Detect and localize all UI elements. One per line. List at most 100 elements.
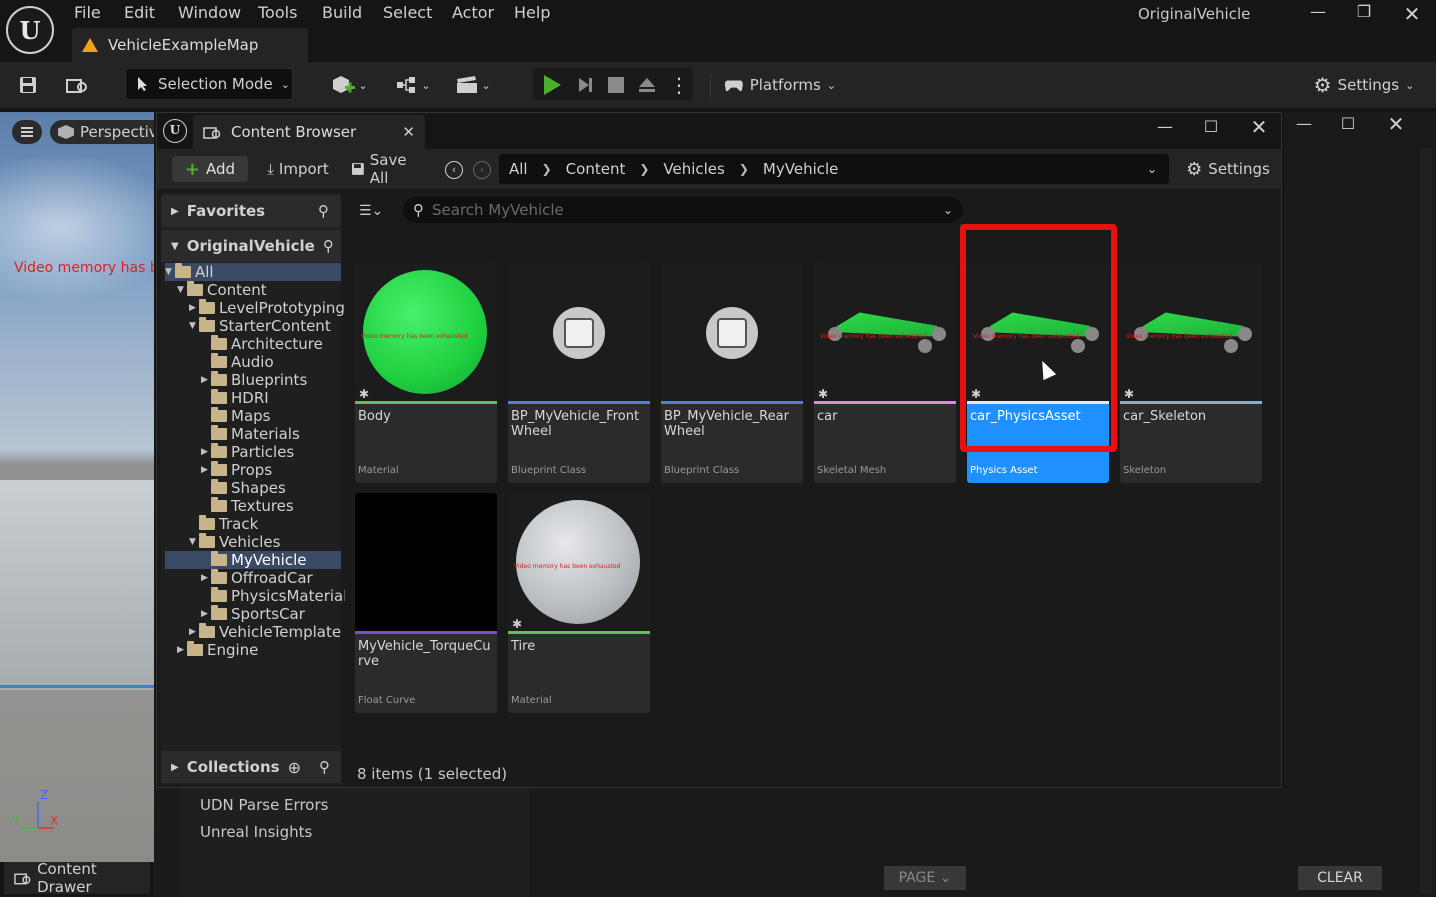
menu-window[interactable]: Window xyxy=(178,3,241,22)
unreal-logo-icon[interactable]: U xyxy=(6,6,54,54)
tree-item-vehicletemplate[interactable]: ▶ VehicleTemplate xyxy=(165,623,341,641)
chevron-right-icon[interactable]: ▶ xyxy=(201,375,211,385)
page-dropdown[interactable]: PAGE ⌄ xyxy=(884,866,966,890)
forward-icon[interactable]: › xyxy=(473,161,491,179)
breadcrumb-vehicles[interactable]: Vehicles xyxy=(663,160,724,178)
close-icon[interactable]: ✕ xyxy=(1398,2,1426,26)
settings-button[interactable]: ⚙ Settings ⌄ xyxy=(1312,70,1416,100)
breadcrumb-myvehicle[interactable]: MyVehicle xyxy=(763,160,838,178)
chevron-down-icon[interactable]: ▼ xyxy=(189,537,199,547)
selection-mode-dropdown[interactable]: Selection Mode ⌄ xyxy=(125,68,293,100)
tree-item-content[interactable]: ▼ Content xyxy=(165,281,341,299)
chevron-down-icon[interactable]: ⌄ xyxy=(1147,162,1157,176)
menu-help[interactable]: Help xyxy=(514,3,550,22)
menu-build[interactable]: Build xyxy=(322,3,362,22)
save-icon[interactable] xyxy=(14,70,42,100)
breadcrumb-all[interactable]: All xyxy=(509,160,528,178)
tree-item-blueprints[interactable]: ▶ Blueprints xyxy=(165,371,341,389)
add-collection-icon[interactable]: ⊕ xyxy=(288,758,301,777)
search-input[interactable]: ⚲ Search MyVehicle ⌄ xyxy=(403,197,963,223)
eject-button[interactable] xyxy=(634,70,660,100)
chevron-right-icon[interactable]: ▶ xyxy=(201,573,211,583)
scrollbar[interactable] xyxy=(1420,148,1432,893)
minimize-icon[interactable]: — xyxy=(1304,2,1332,24)
chevron-right-icon[interactable]: ▶ xyxy=(201,609,211,619)
chevron-right-icon[interactable]: ❯ xyxy=(639,162,649,176)
tree-item-vehicles[interactable]: ▼ Vehicles xyxy=(165,533,341,551)
maximize-icon[interactable]: ☐ xyxy=(1334,114,1362,136)
cb-settings-button[interactable]: ⚙ Settings xyxy=(1183,154,1273,184)
collections-header[interactable]: ▶ Collections ⊕ ⚲ xyxy=(161,751,341,783)
map-tab[interactable]: VehicleExampleMap xyxy=(72,28,308,62)
menu-tools[interactable]: Tools xyxy=(258,3,297,22)
chevron-right-icon[interactable]: ❯ xyxy=(739,162,749,176)
tree-item-levelprototyping[interactable]: ▶ LevelPrototyping xyxy=(165,299,345,317)
play-button[interactable] xyxy=(540,70,564,100)
tree-item-offroadcar[interactable]: ▶ OffroadCar xyxy=(165,569,341,587)
tree-item-sportscar[interactable]: ▶ SportsCar xyxy=(165,605,341,623)
add-button[interactable]: + Add xyxy=(172,156,248,182)
list-item-insights[interactable]: Unreal Insights xyxy=(200,823,312,841)
platforms-button[interactable]: Platforms ⌄ xyxy=(724,70,836,100)
chevron-right-icon[interactable]: ▶ xyxy=(201,465,211,475)
import-button[interactable]: ⤓ Import xyxy=(263,154,333,184)
minimize-icon[interactable]: — xyxy=(1290,114,1318,136)
clear-button[interactable]: CLEAR xyxy=(1298,866,1382,890)
search-icon[interactable]: ⚲ xyxy=(323,237,334,255)
close-tab-icon[interactable]: ✕ xyxy=(402,123,415,141)
tree-item-shapes[interactable]: Shapes xyxy=(165,479,341,497)
chevron-right-icon[interactable]: ▶ xyxy=(201,447,211,457)
tree-item-track[interactable]: Track xyxy=(165,515,341,533)
maximize-icon[interactable]: ☐ xyxy=(1197,117,1225,139)
asset-tile[interactable]: BP_MyVehicle_RearWheel Blueprint Class xyxy=(661,263,803,483)
blueprints-button[interactable]: ⌄ xyxy=(390,70,436,100)
search-icon[interactable]: ⚲ xyxy=(319,758,330,776)
tree-item-physicsmaterials[interactable]: PhysicsMaterials xyxy=(165,587,355,605)
level-viewport[interactable]: Perspective Video memory has been exhaus… xyxy=(0,112,154,862)
favorites-header[interactable]: ▶ Favorites ⚲ xyxy=(161,195,341,227)
menu-select[interactable]: Select xyxy=(383,3,432,22)
chevron-right-icon[interactable]: ▶ xyxy=(189,303,199,313)
asset-tile[interactable]: BP_MyVehicle_FrontWheel Blueprint Class xyxy=(508,263,650,483)
save-all-button[interactable]: Save All xyxy=(351,151,429,187)
chevron-right-icon[interactable]: ▶ xyxy=(189,627,199,637)
project-header[interactable]: ▼ OriginalVehicle ⚲ xyxy=(161,230,341,262)
stop-button[interactable] xyxy=(604,70,628,100)
chevron-down-icon[interactable]: ▼ xyxy=(177,285,187,295)
tree-item-architecture[interactable]: Architecture xyxy=(165,335,341,353)
tree-item-engine[interactable]: ▶ Engine xyxy=(165,641,341,659)
tree-item-startercontent[interactable]: ▼ StarterContent xyxy=(165,317,341,335)
minimize-icon[interactable]: — xyxy=(1151,117,1179,139)
tree-item-hdri[interactable]: HDRI xyxy=(165,389,341,407)
menu-file[interactable]: File xyxy=(74,3,101,22)
asset-tile[interactable]: Video memory has been exhausted ✱ Tire Mate… xyxy=(508,493,650,713)
list-item-udn[interactable]: UDN Parse Errors xyxy=(200,796,328,814)
more-options-icon[interactable]: ⋮ xyxy=(668,70,690,100)
asset-tile[interactable]: Video memory has been exhausted ✱ Body Mate… xyxy=(355,263,497,483)
asset-tile[interactable]: Video memory has been exhausted ✱ car_Skel… xyxy=(1120,263,1262,483)
content-drawer-button[interactable]: Content Drawer xyxy=(4,860,150,896)
chevron-down-icon[interactable]: ▼ xyxy=(189,321,199,331)
breadcrumb-content[interactable]: Content xyxy=(566,160,626,178)
menu-edit[interactable]: Edit xyxy=(124,3,155,22)
add-actor-button[interactable]: ⌄ xyxy=(326,70,372,100)
tree-item-props[interactable]: ▶ Props xyxy=(165,461,341,479)
close-icon[interactable]: ✕ xyxy=(1382,112,1410,136)
tree-item-particles[interactable]: ▶ Particles xyxy=(165,443,341,461)
asset-tile[interactable]: MyVehicle_TorqueCurve Float Curve xyxy=(355,493,497,713)
filter-icon[interactable]: ☰⌄ xyxy=(359,203,395,221)
menu-actor[interactable]: Actor xyxy=(452,3,494,22)
content-browser-tab[interactable]: Content Browser ✕ xyxy=(193,115,425,149)
cinematics-button[interactable]: ⌄ xyxy=(450,70,496,100)
tree-item-all[interactable]: ▼ All xyxy=(165,263,341,281)
tree-item-maps[interactable]: Maps xyxy=(165,407,341,425)
tree-item-audio[interactable]: Audio xyxy=(165,353,341,371)
chevron-down-icon[interactable]: ⌄ xyxy=(943,203,953,217)
restore-icon[interactable]: ❐ xyxy=(1350,2,1378,24)
tree-item-materials[interactable]: Materials xyxy=(165,425,341,443)
chevron-down-icon[interactable]: ▼ xyxy=(165,267,175,277)
close-icon[interactable]: ✕ xyxy=(1245,115,1273,139)
back-icon[interactable]: ‹ xyxy=(445,161,463,179)
advance-frame-button[interactable] xyxy=(572,70,598,100)
tree-item-myvehicle[interactable]: MyVehicle xyxy=(165,551,341,569)
